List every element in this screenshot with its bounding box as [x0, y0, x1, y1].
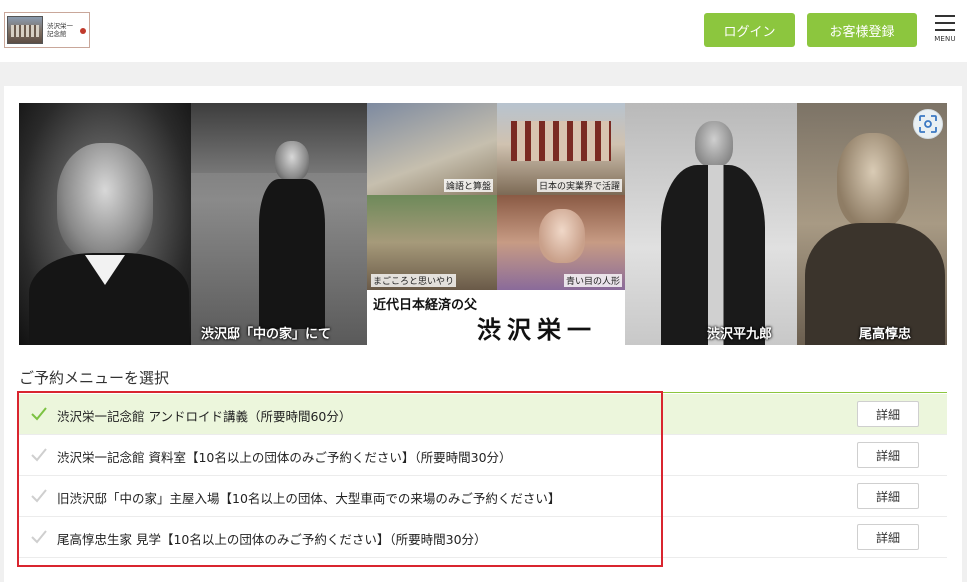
image-search-button[interactable] [913, 109, 943, 139]
detail-button[interactable]: 詳細 [857, 442, 919, 468]
caption-rongo: 論語と算盤 [443, 179, 493, 192]
dolls-image: 青い目の人形 [497, 195, 625, 290]
register-button[interactable]: お客様登録 [807, 13, 917, 47]
banner-subtitle: 近代日本経済の父 [373, 298, 478, 313]
reservation-menu-list: 渋沢栄一記念館 アンドロイド講義（所要時間60分） 詳細 渋沢栄一記念館 資料室… [19, 394, 947, 558]
caption-sincerity: まごころと思いやり [371, 274, 457, 287]
detail-button[interactable]: 詳細 [857, 483, 919, 509]
caption-heikuro: 渋沢平九郎 [707, 327, 773, 342]
menu-label: MENU [934, 35, 956, 43]
login-button[interactable]: ログイン [704, 13, 795, 47]
caption-business: 日本の実業界で活躍 [536, 179, 622, 192]
hamburger-icon [935, 15, 955, 31]
menu-item-label: 渋沢栄一記念館 アンドロイド講義（所要時間60分） [57, 409, 352, 424]
check-icon [31, 489, 47, 503]
detail-button[interactable]: 詳細 [857, 401, 919, 427]
heikuro-photo: 渋沢平九郎 [625, 103, 797, 345]
menu-item-archive-room[interactable]: 渋沢栄一記念館 資料室【10名以上の団体のみご予約ください】（所要時間30分） … [19, 435, 947, 476]
collage-panel: 論語と算盤 日本の実業界で活躍 まごころと思いやり 青い目の人形 近代日本経済の… [367, 103, 625, 345]
menu-item-label: 旧渋沢邸「中の家」主屋入場【10名以上の団体、大型車両での来場のみご予約ください… [57, 491, 561, 506]
menu-item-odaka-house[interactable]: 尾高惇忠生家 見学【10名以上の団体のみご予約ください】（所要時間30分） 詳細 [19, 517, 947, 558]
rongo-image: 論語と算盤 [367, 103, 497, 195]
business-image: 日本の実業界で活躍 [497, 103, 625, 195]
caption-nakanoie: 渋沢邸「中の家」にて [201, 327, 332, 342]
lens-scan-icon [919, 115, 937, 133]
detail-button[interactable]: 詳細 [857, 524, 919, 550]
title-block: 近代日本経済の父 渋沢栄一 [367, 290, 625, 345]
logo-mark [80, 28, 86, 34]
odaka-photo: 尾高惇忠 [797, 103, 947, 345]
menu-item-label: 渋沢栄一記念館 資料室【10名以上の団体のみご予約ください】（所要時間30分） [57, 450, 512, 465]
menu-item-nakanoie-entry[interactable]: 旧渋沢邸「中の家」主屋入場【10名以上の団体、大型車両での来場のみご予約ください… [19, 476, 947, 517]
hero-banner: 渋沢邸「中の家」にて 論語と算盤 日本の実業界で活躍 まごころと思いやり 青い目… [19, 103, 947, 345]
menu-item-label: 尾高惇忠生家 見学【10名以上の団体のみご予約ください】（所要時間30分） [57, 532, 487, 547]
museum-logo[interactable]: 渋沢栄一 記念館 [4, 12, 90, 48]
reservation-card: 渋沢邸「中の家」にて 論語と算盤 日本の実業界で活躍 まごころと思いやり 青い目… [4, 86, 962, 582]
menu-button[interactable]: MENU [930, 15, 960, 49]
sincerity-image: まごころと思いやり [367, 195, 497, 290]
portrait-eiichi-photo [19, 103, 191, 345]
check-icon [31, 407, 47, 421]
caption-odaka: 尾高惇忠 [859, 327, 912, 342]
banner-title: 渋沢栄一 [477, 315, 597, 344]
caption-dolls: 青い目の人形 [563, 274, 622, 287]
section-title: ご予約メニューを選択 [19, 369, 170, 387]
section-divider [19, 392, 947, 393]
check-icon [31, 530, 47, 544]
nakanoie-photo: 渋沢邸「中の家」にて [191, 103, 367, 345]
check-icon [31, 448, 47, 462]
logo-text: 渋沢栄一 記念館 [47, 22, 73, 38]
site-header: 渋沢栄一 記念館 ログイン お客様登録 MENU [0, 0, 967, 62]
menu-item-android-lecture[interactable]: 渋沢栄一記念館 アンドロイド講義（所要時間60分） 詳細 [19, 394, 947, 435]
museum-building-image [7, 16, 43, 44]
